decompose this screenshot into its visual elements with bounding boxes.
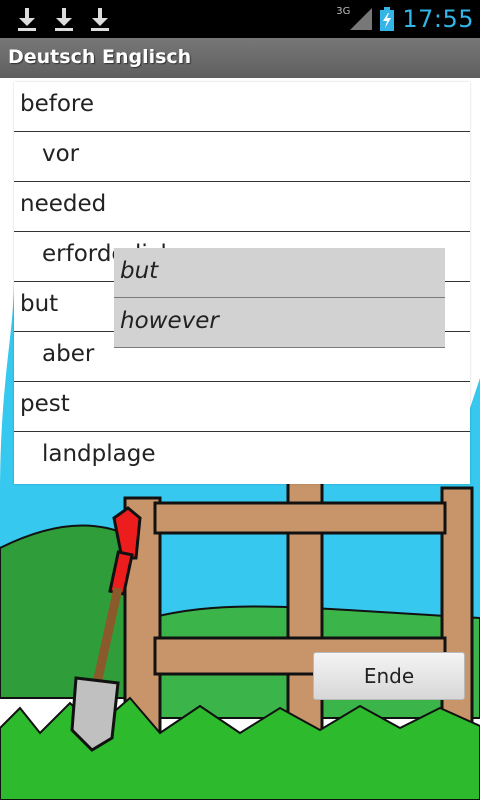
download-icon	[18, 8, 36, 31]
popup-option-label: however	[120, 308, 219, 334]
download-icon	[55, 8, 73, 31]
end-button[interactable]: Ende	[313, 652, 465, 700]
list-item[interactable]: pest	[14, 382, 470, 432]
list-item[interactable]: needed	[14, 182, 470, 232]
battery-charging-icon	[380, 7, 395, 31]
download-icon	[91, 8, 109, 31]
list-item-text: needed	[20, 191, 107, 217]
popup-option[interactable]: but	[114, 248, 445, 298]
list-item[interactable]: landplage	[14, 432, 470, 482]
list-item-text: landplage	[42, 441, 156, 467]
list-item[interactable]: vor	[14, 132, 470, 182]
list-item-text: but	[20, 291, 59, 317]
app-title-bar: Deutsch Englisch	[0, 38, 480, 78]
list-item-text: pest	[20, 391, 70, 417]
popup-option-label: but	[120, 258, 159, 284]
app-title: Deutsch Englisch	[8, 46, 192, 68]
network-type-label: 3G	[336, 5, 351, 17]
status-bar: 3G 17:55	[0, 0, 480, 38]
signal-icon	[350, 8, 373, 30]
list-item-text: before	[20, 91, 95, 117]
popup-option[interactable]: however	[114, 298, 445, 348]
list-item-text: aber	[42, 341, 95, 367]
list-item[interactable]: before	[14, 82, 470, 132]
list-item-text: vor	[42, 141, 80, 167]
status-clock: 17:55	[402, 5, 474, 33]
translation-popup: but however	[114, 248, 445, 348]
